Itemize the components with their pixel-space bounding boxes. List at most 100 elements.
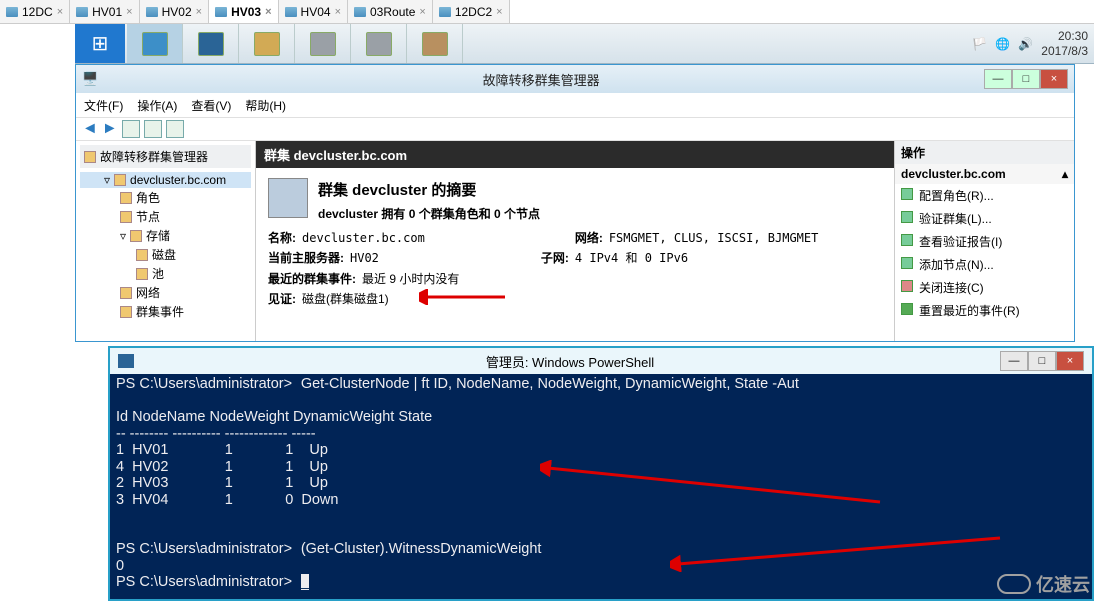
close-icon[interactable]: ×	[496, 6, 502, 18]
network-icon	[120, 287, 132, 299]
collapse-icon[interactable]: ▴	[1062, 167, 1068, 181]
ps-minimize-button[interactable]: —	[1000, 351, 1028, 371]
monitor-icon	[285, 7, 297, 17]
tree-disks[interactable]: 磁盘	[80, 245, 251, 264]
close-icon[interactable]: ×	[419, 6, 425, 18]
name-value: devcluster.bc.com	[302, 228, 425, 248]
app-icon	[310, 32, 336, 56]
toolbar: ◄ ►	[76, 117, 1074, 141]
clock[interactable]: 20:30 2017/8/3	[1041, 29, 1088, 58]
center-pane: 群集 devcluster.bc.com 群集 devcluster 的摘要 d…	[256, 141, 894, 341]
action-view-report[interactable]: 查看验证报告(I)	[895, 230, 1074, 253]
red-arrow-icon	[540, 460, 890, 510]
tab-hv02[interactable]: HV02×	[140, 0, 209, 23]
toolbar-btn-2[interactable]	[144, 120, 162, 138]
pool-icon	[136, 268, 148, 280]
taskbar-btn-4[interactable]	[295, 24, 351, 63]
minimize-button[interactable]: —	[984, 69, 1012, 89]
monitor-icon	[6, 7, 18, 17]
ps-terminal[interactable]: PS C:\Users\administrator> Get-ClusterNo…	[110, 374, 1092, 599]
action-configure-role[interactable]: 配置角色(R)...	[895, 184, 1074, 207]
nodes-icon	[120, 211, 132, 223]
monitor-icon	[76, 7, 88, 17]
app-icon	[422, 32, 448, 56]
tree-header[interactable]: 故障转移群集管理器	[80, 145, 251, 168]
storage-icon	[130, 230, 142, 242]
taskbar-btn-ps[interactable]	[183, 24, 239, 63]
plus-icon	[901, 257, 913, 269]
name-label: 名称:	[268, 228, 296, 248]
close-button[interactable]: ×	[1040, 69, 1068, 89]
tab-12dc2[interactable]: 12DC2×	[433, 0, 510, 23]
tab-hv04[interactable]: HV04×	[279, 0, 348, 23]
monitor-icon	[439, 7, 451, 17]
cluster-root-icon	[84, 151, 96, 163]
action-add-node[interactable]: 添加节点(N)...	[895, 253, 1074, 276]
event-label: 最近的群集事件:	[268, 269, 356, 289]
ps-close-button[interactable]: ×	[1056, 351, 1084, 371]
menu-file[interactable]: 文件(F)	[84, 97, 123, 114]
menu-action[interactable]: 操作(A)	[137, 97, 177, 114]
forward-button[interactable]: ►	[102, 120, 118, 138]
maximize-button[interactable]: □	[1012, 69, 1040, 89]
windows-icon: ⊞	[92, 31, 109, 56]
events-icon	[120, 306, 132, 318]
disk-icon	[136, 249, 148, 261]
tray-flag-icon[interactable]: 🏳️	[972, 37, 987, 51]
taskbar-btn-5[interactable]	[351, 24, 407, 63]
tree-nodes[interactable]: 节点	[80, 207, 251, 226]
toolbar-btn-1[interactable]	[122, 120, 140, 138]
tree-pane: 故障转移群集管理器 ▿ devcluster.bc.com 角色 节点 ▿ 存储…	[76, 141, 256, 341]
tab-hv03[interactable]: HV03×	[209, 0, 278, 23]
menu-help[interactable]: 帮助(H)	[245, 97, 286, 114]
tree-pools[interactable]: 池	[80, 264, 251, 283]
red-arrow-icon	[670, 532, 1010, 572]
action-validate[interactable]: 验证群集(L)...	[895, 207, 1074, 230]
witness-value: 磁盘(群集磁盘1)	[302, 289, 389, 309]
roles-icon	[120, 192, 132, 204]
actions-pane: 操作 devcluster.bc.com▴ 配置角色(R)... 验证群集(L)…	[894, 141, 1074, 341]
action-reset-events[interactable]: 重置最近的事件(R)	[895, 299, 1074, 322]
window-title: 故障转移群集管理器	[98, 70, 984, 89]
close-icon[interactable]: ×	[126, 6, 132, 18]
cluster-icon: 🖥️	[82, 71, 98, 87]
tree-storage[interactable]: ▿ 存储	[80, 226, 251, 245]
tree-events[interactable]: 群集事件	[80, 302, 251, 321]
close-icon[interactable]: ×	[196, 6, 202, 18]
watermark: 亿速云	[997, 571, 1090, 597]
action-close-conn[interactable]: 关闭连接(C)	[895, 276, 1074, 299]
tree-networks[interactable]: 网络	[80, 283, 251, 302]
center-header: 群集 devcluster.bc.com	[256, 141, 894, 168]
start-button[interactable]: ⊞	[75, 24, 125, 63]
summary-title: 群集 devcluster 的摘要	[268, 178, 882, 204]
tree-roles[interactable]: 角色	[80, 188, 251, 207]
disconnect-icon	[901, 280, 913, 292]
app-icon	[366, 32, 392, 56]
close-icon[interactable]: ×	[57, 6, 63, 18]
tray-sound-icon[interactable]: 🔊	[1018, 37, 1033, 51]
taskbar-btn-explorer[interactable]	[239, 24, 295, 63]
tree-cluster[interactable]: ▿ devcluster.bc.com	[80, 172, 251, 188]
tab-hv01[interactable]: HV01×	[70, 0, 139, 23]
close-icon[interactable]: ×	[335, 6, 341, 18]
summary-subtitle: devcluster 拥有 0 个群集角色和 0 个节点	[268, 204, 882, 224]
actions-title[interactable]: devcluster.bc.com▴	[895, 164, 1074, 184]
folder-icon	[254, 32, 280, 56]
menu-view[interactable]: 查看(V)	[191, 97, 231, 114]
remote-taskbar: ⊞ 🏳️ 🌐 🔊 20:30 2017/8/3	[75, 24, 1094, 64]
cursor: _	[301, 574, 309, 590]
taskbar-btn-server[interactable]	[127, 24, 183, 63]
ps-titlebar[interactable]: 管理员: Windows PowerShell — □ ×	[110, 348, 1092, 374]
tab-12dc[interactable]: 12DC×	[0, 0, 70, 23]
window-titlebar[interactable]: 🖥️ 故障转移群集管理器 — □ ×	[76, 65, 1074, 93]
taskbar-btn-6[interactable]	[407, 24, 463, 63]
toolbar-btn-3[interactable]	[166, 120, 184, 138]
back-button[interactable]: ◄	[82, 120, 98, 138]
tray-network-icon[interactable]: 🌐	[995, 37, 1010, 51]
tab-03route[interactable]: 03Route×	[348, 0, 433, 23]
menu-bar: 文件(F) 操作(A) 查看(V) 帮助(H)	[76, 93, 1074, 117]
ps-maximize-button[interactable]: □	[1028, 351, 1056, 371]
check-icon	[901, 211, 913, 223]
close-icon[interactable]: ×	[265, 6, 271, 18]
server-manager-icon	[142, 32, 168, 56]
